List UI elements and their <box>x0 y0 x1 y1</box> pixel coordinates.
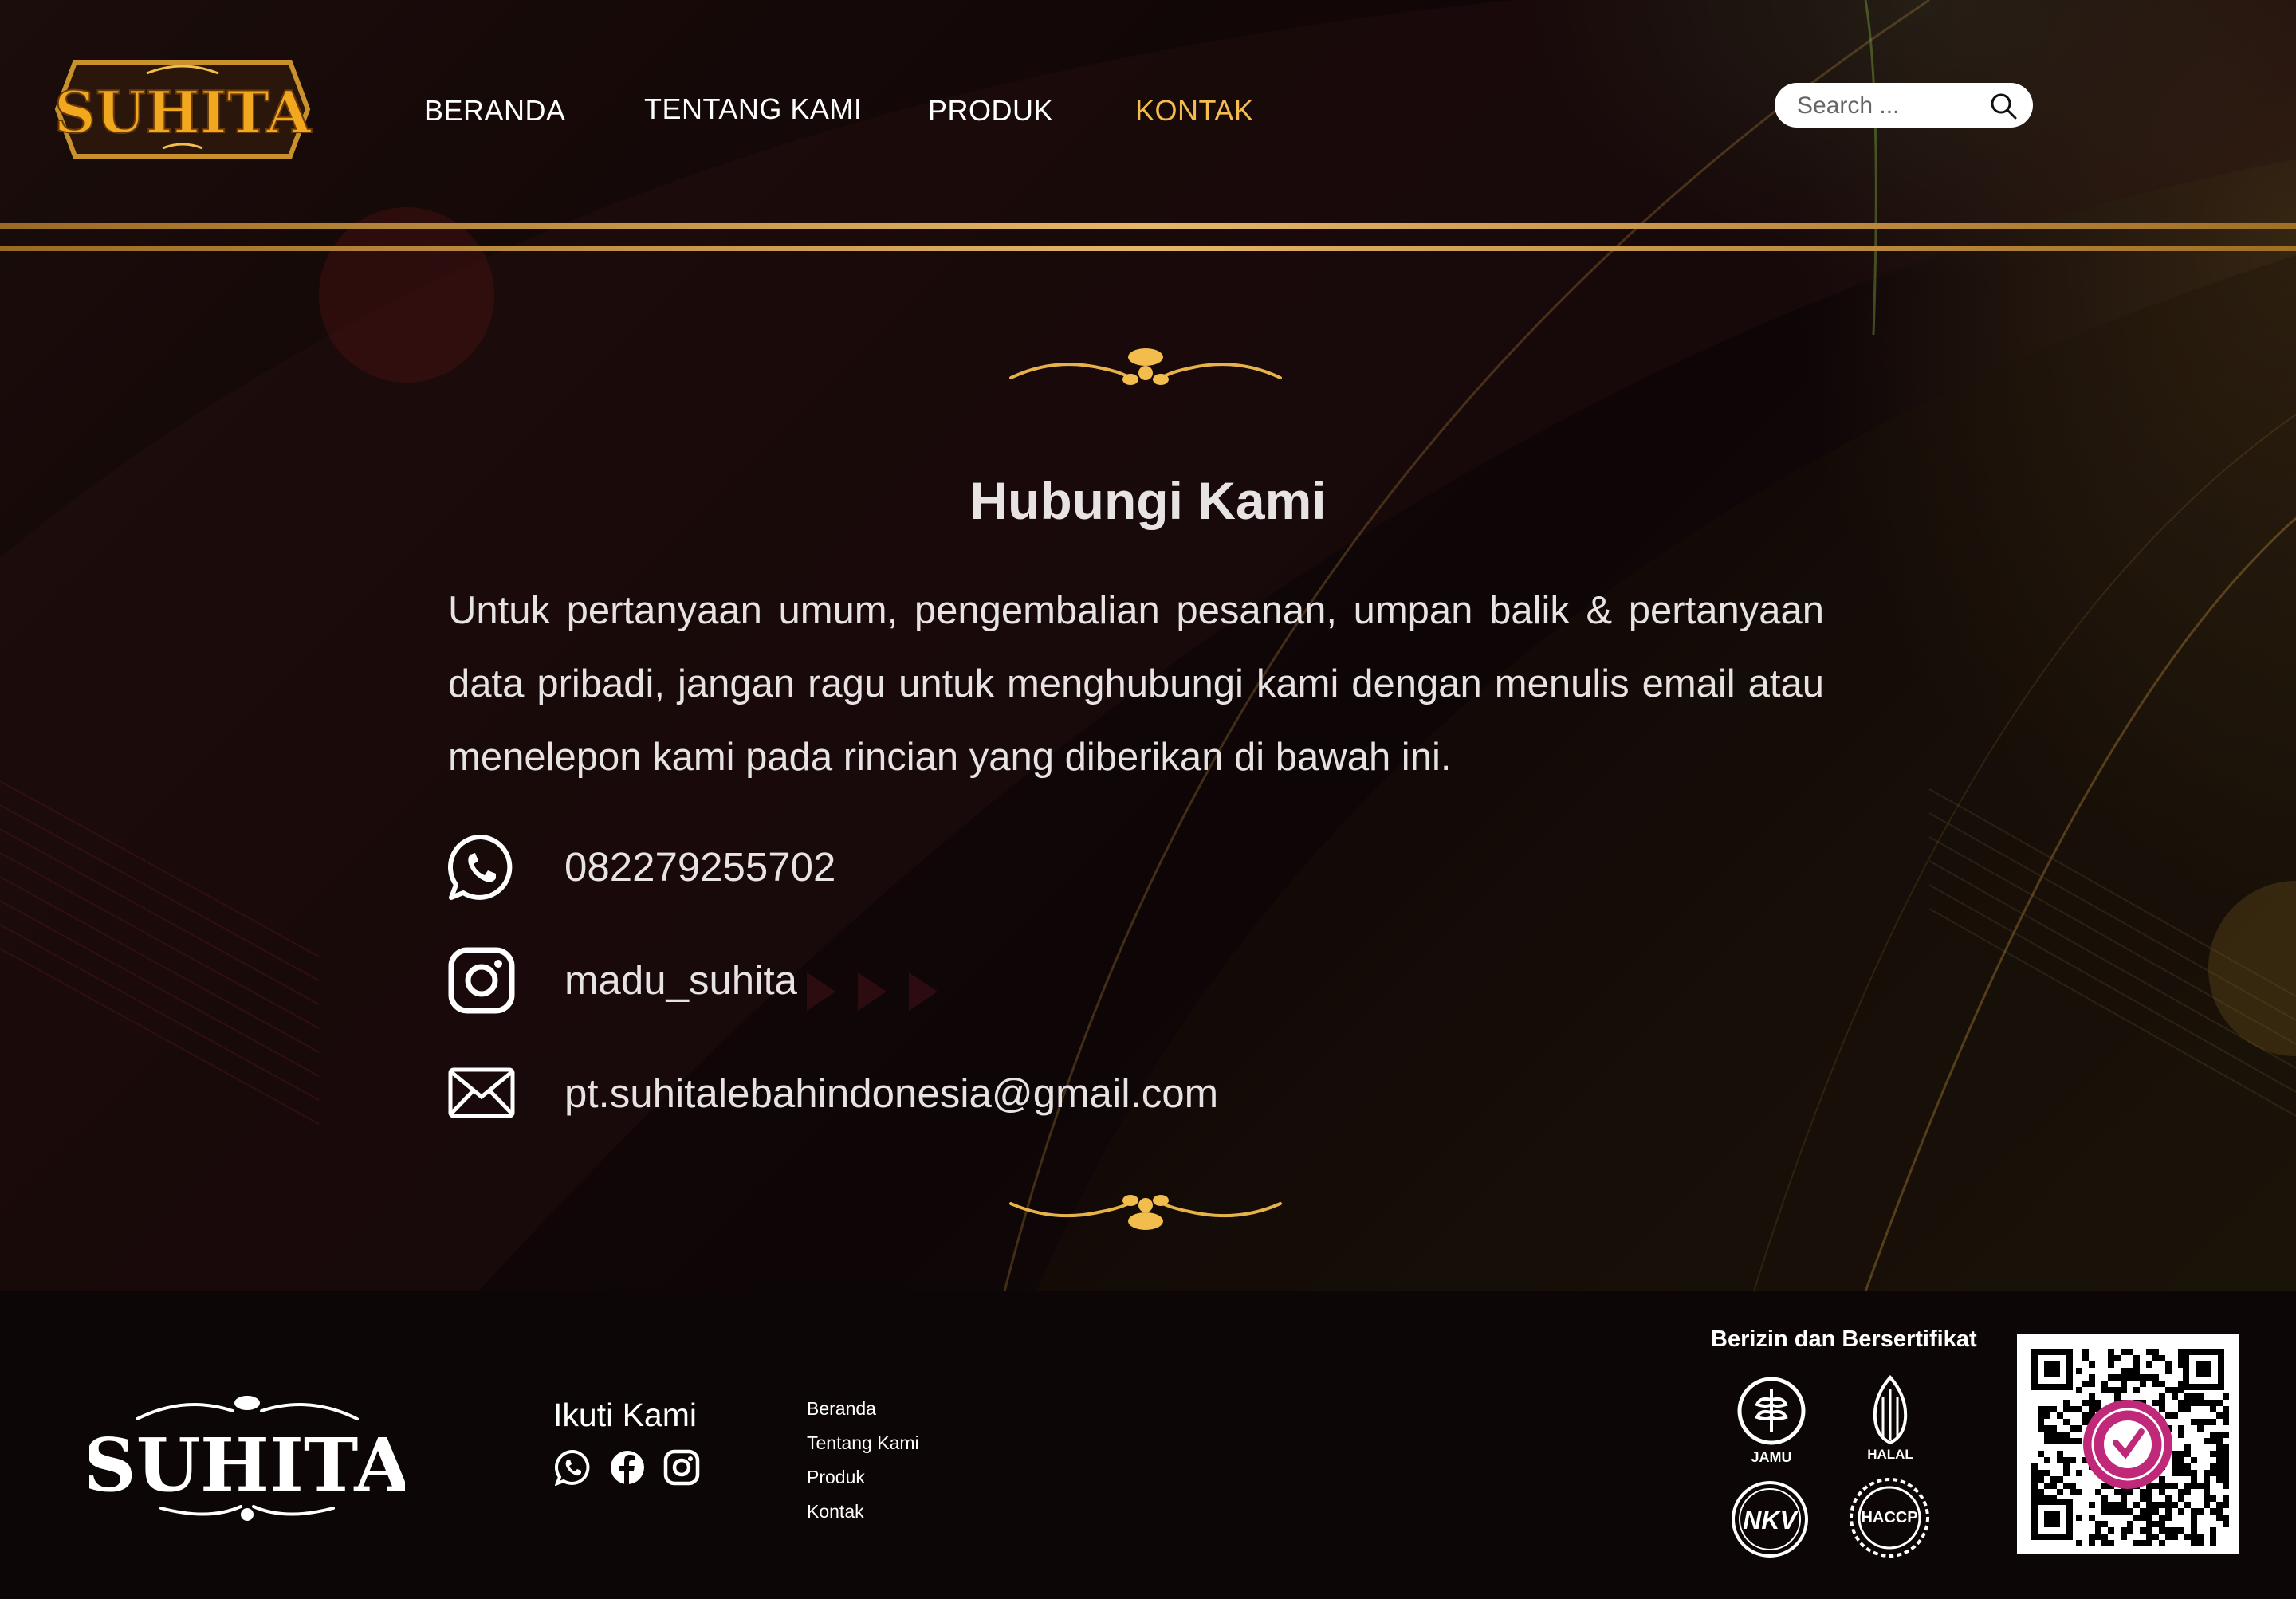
haccp-badge: HACCP <box>1850 1478 1929 1558</box>
jamu-badge: JAMU <box>1737 1377 1806 1465</box>
jamu-label: JAMU <box>1751 1449 1791 1465</box>
search-icon[interactable] <box>1990 92 2017 120</box>
nkv-badge: NKV <box>1732 1481 1808 1558</box>
contact-whatsapp-value: 082279255702 <box>564 844 836 890</box>
footer-logo[interactable]: SUHITA <box>89 1387 405 1530</box>
contact-instagram-value: madu_suhita <box>564 957 798 1003</box>
follow-us-title: Ikuti Kami <box>553 1397 697 1433</box>
footer-link-produk[interactable]: Produk <box>807 1467 865 1488</box>
svg-text:SUHITA: SUHITA <box>89 1422 405 1508</box>
suhita-logo[interactable]: SUHITA <box>51 46 314 172</box>
header-divider <box>0 223 2296 251</box>
footer-link-tentang-kami[interactable]: Tentang Kami <box>807 1432 919 1454</box>
page-title: Hubungi Kami <box>969 471 1327 530</box>
footer-instagram-icon[interactable] <box>663 1449 700 1486</box>
ornament-divider-bottom <box>1009 1195 1282 1230</box>
halal-badge: HALAL <box>1867 1374 1913 1462</box>
nav-beranda[interactable]: BERANDA <box>424 94 566 128</box>
nkv-label: NKV <box>1743 1506 1799 1534</box>
halal-label: HALAL <box>1867 1447 1913 1462</box>
footer-link-beranda[interactable]: Beranda <box>807 1398 876 1420</box>
contact-intro: Untuk pertanyaan umum, pengembalian pesa… <box>448 589 1824 779</box>
nav-kontak[interactable]: KONTAK <box>1135 94 1253 128</box>
nav-tentang-kami[interactable]: TENTANG KAMI <box>644 92 862 126</box>
whatsapp-icon <box>448 834 513 900</box>
footer-facebook-icon[interactable] <box>609 1449 646 1486</box>
search-box <box>1775 83 2033 128</box>
qr-code-image <box>2031 1349 2229 1546</box>
contact-email-value: pt.suhitalebahindonesia@gmail.com <box>564 1071 1219 1116</box>
ornament-divider-top <box>1009 348 1282 385</box>
search-input[interactable] <box>1795 91 1982 121</box>
certified-title: Berizin dan Bersertifikat <box>1711 1326 1977 1352</box>
footer-whatsapp-icon[interactable] <box>555 1449 592 1486</box>
email-icon <box>448 1067 515 1118</box>
svg-text:SUHITA: SUHITA <box>54 78 312 146</box>
instagram-icon <box>448 947 515 1014</box>
qr-code[interactable] <box>2017 1334 2239 1554</box>
nav-produk[interactable]: PRODUK <box>928 94 1053 128</box>
footer-link-kontak[interactable]: Kontak <box>807 1501 864 1522</box>
haccp-label: HACCP <box>1861 1509 1917 1526</box>
